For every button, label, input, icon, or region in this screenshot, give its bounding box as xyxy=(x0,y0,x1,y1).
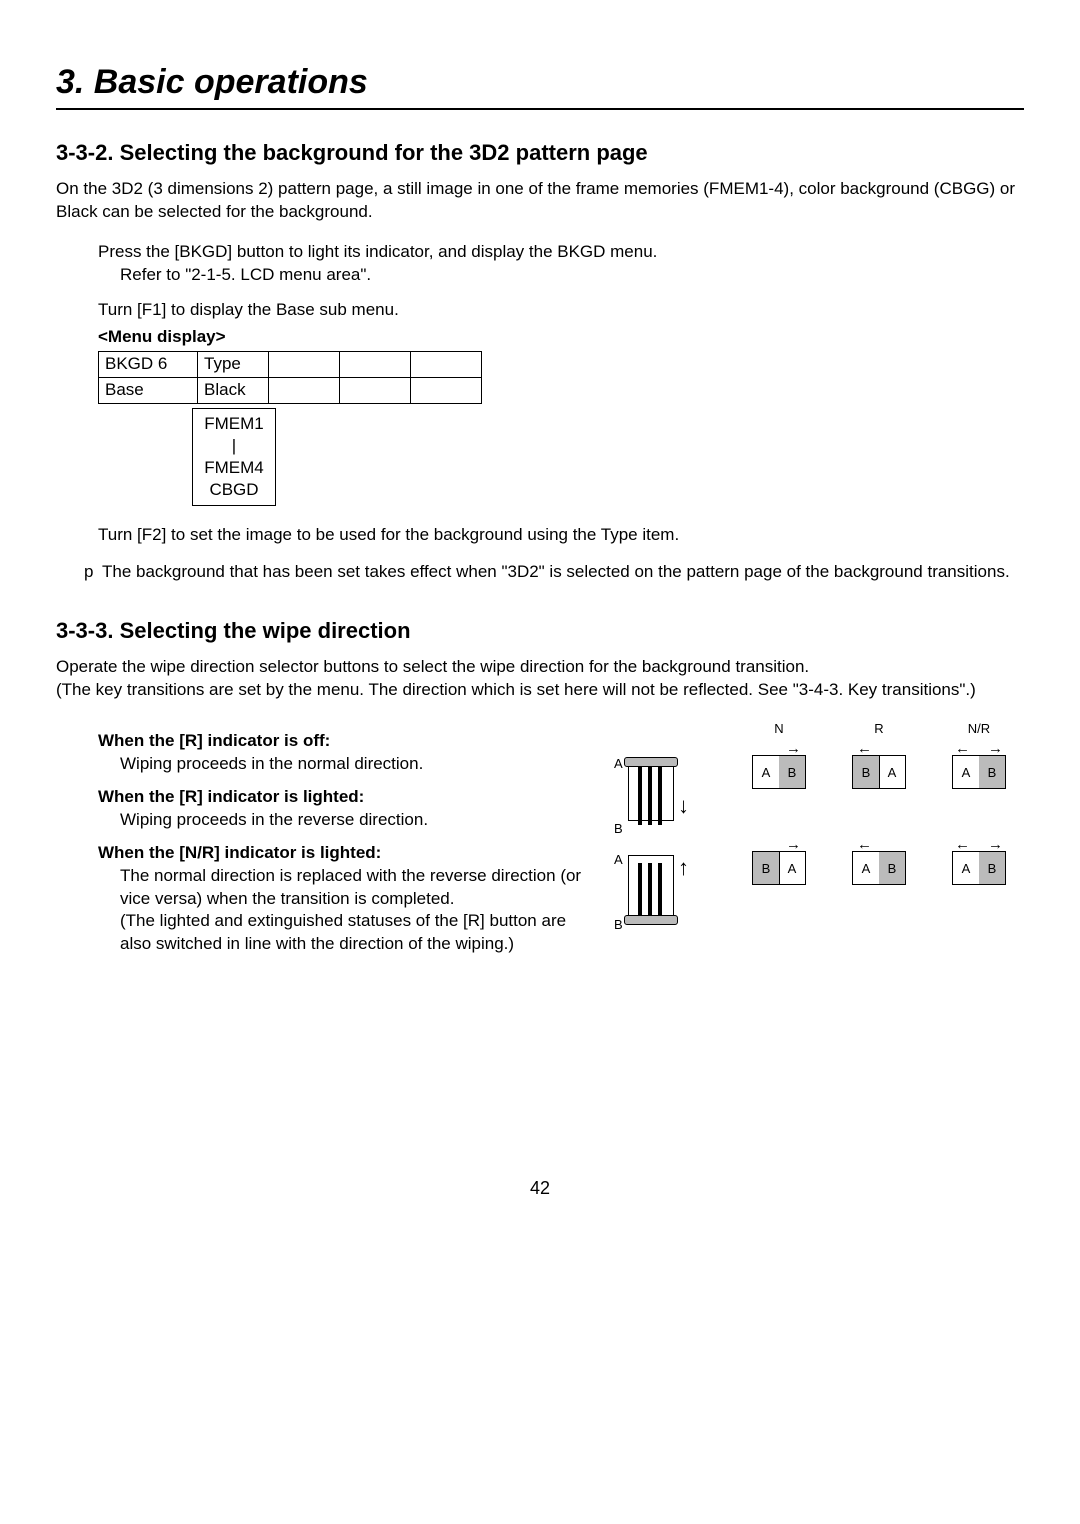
box-b: B xyxy=(853,756,880,788)
diag-header-r: R xyxy=(834,720,924,738)
box-b: B xyxy=(979,852,1005,884)
label-b: B xyxy=(614,916,623,934)
section-332-intro: On the 3D2 (3 dimensions 2) pattern page… xyxy=(56,178,1024,224)
left-arrow-icon: ← xyxy=(955,741,970,756)
section-333-heading: 3-3-3. Selecting the wipe direction xyxy=(56,616,1024,646)
cond2-title: When the [R] indicator is lighted: xyxy=(98,786,594,809)
box-a: A xyxy=(953,756,980,788)
diag-header-n: N xyxy=(734,720,824,738)
menu-cell xyxy=(269,378,340,404)
transition-box: → A B xyxy=(752,755,806,789)
transition-box: ← → A B xyxy=(952,755,1006,789)
transition-box: ← → A B xyxy=(952,851,1006,885)
label-a: A xyxy=(614,755,623,773)
left-arrow-icon: ← xyxy=(857,741,872,756)
transition-box: → B A xyxy=(752,851,806,885)
menu-cell: Type xyxy=(198,352,269,378)
menu-cell xyxy=(269,352,340,378)
menu-cell: Base xyxy=(99,378,198,404)
up-arrow-icon: ↑ xyxy=(678,857,689,879)
note-text: The background that has been set takes e… xyxy=(102,561,1010,584)
right-arrow-icon: → xyxy=(988,741,1003,756)
right-arrow-icon: → xyxy=(988,837,1003,852)
down-arrow-icon: ↓ xyxy=(678,795,689,817)
type-option: FMEM4 xyxy=(195,457,273,479)
cond3-text2: (The lighted and extinguished statuses o… xyxy=(120,910,594,956)
step-3: Turn [F2] to set the image to be used fo… xyxy=(98,524,1024,547)
label-a: A xyxy=(614,851,623,869)
type-option: FMEM1 xyxy=(195,413,273,435)
right-arrow-icon: → xyxy=(786,741,801,756)
page-number: 42 xyxy=(56,1176,1024,1200)
section-333-intro: Operate the wipe direction selector butt… xyxy=(56,656,1024,702)
menu-display-table: BKGD 6 Type Base Black xyxy=(98,351,482,404)
cond2-text: Wiping proceeds in the reverse direction… xyxy=(120,809,594,832)
box-a: A xyxy=(753,756,780,788)
box-b: B xyxy=(879,852,905,884)
label-b: B xyxy=(614,820,623,838)
box-a: A xyxy=(853,852,880,884)
menu-cell xyxy=(340,378,411,404)
transition-box: ← A B xyxy=(852,851,906,885)
cond3-text1: The normal direction is replaced with th… xyxy=(120,865,594,911)
transition-box: ← B A xyxy=(852,755,906,789)
box-a: A xyxy=(779,852,805,884)
lever-icon: A B ↓ xyxy=(614,755,704,833)
menu-display-label: <Menu display> xyxy=(98,326,1024,349)
step-1a: Press the [BKGD] button to light its ind… xyxy=(98,241,1024,264)
note-332: p The background that has been set takes… xyxy=(84,561,1024,584)
box-b: B xyxy=(753,852,780,884)
chapter-title: 3. Basic operations xyxy=(56,60,1024,110)
step-1b: Refer to "2-1-5. LCD menu area". xyxy=(120,264,1024,287)
left-arrow-icon: ← xyxy=(857,837,872,852)
left-arrow-icon: ← xyxy=(955,837,970,852)
note-symbol: p xyxy=(84,561,102,584)
diag-header-nr: N/R xyxy=(934,720,1024,738)
step-2: Turn [F1] to display the Base sub menu. xyxy=(98,299,1024,322)
box-b: B xyxy=(779,756,805,788)
right-arrow-icon: → xyxy=(786,837,801,852)
box-b: B xyxy=(979,756,1005,788)
type-option: | xyxy=(195,435,273,457)
diag-header-blank xyxy=(614,720,724,738)
menu-cell: BKGD 6 xyxy=(99,352,198,378)
cond3-title: When the [N/R] indicator is lighted: xyxy=(98,842,594,865)
menu-cell xyxy=(411,378,482,404)
box-a: A xyxy=(953,852,980,884)
menu-cell: Black xyxy=(198,378,269,404)
cond1-title: When the [R] indicator is off: xyxy=(98,730,594,753)
cond1-text: Wiping proceeds in the normal direction. xyxy=(120,753,594,776)
menu-cell xyxy=(411,352,482,378)
box-a: A xyxy=(879,756,905,788)
section-332-heading: 3-3-2. Selecting the background for the … xyxy=(56,138,1024,168)
type-option: CBGD xyxy=(195,479,273,501)
menu-cell xyxy=(340,352,411,378)
lever-icon: A B ↑ xyxy=(614,851,704,929)
wipe-direction-diagram: N R N/R A B ↓ → A B ← xyxy=(614,720,1024,930)
type-options-box: FMEM1 | FMEM4 CBGD xyxy=(192,408,276,506)
